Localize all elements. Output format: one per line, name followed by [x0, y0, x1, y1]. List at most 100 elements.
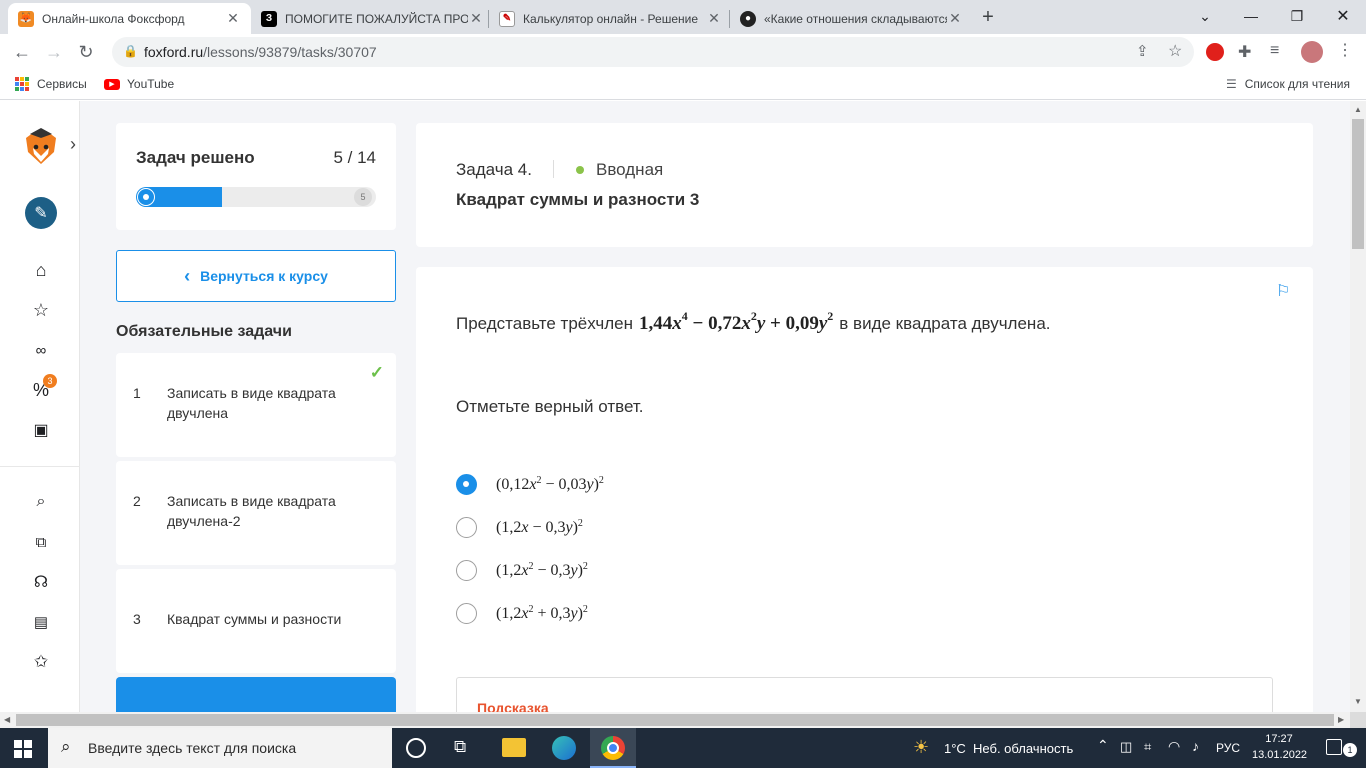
presentation-icon[interactable]: ▤ [28, 609, 54, 635]
back-to-course-button[interactable]: ‹ Вернуться к курсу [116, 250, 396, 302]
edge-icon[interactable] [552, 736, 576, 760]
horizontal-scrollbar[interactable]: ◀ ▶ [0, 712, 1350, 728]
scroll-right-arrow-icon[interactable]: ▶ [1338, 715, 1344, 724]
radio-selected[interactable] [456, 474, 477, 495]
radio-unselected[interactable] [456, 517, 477, 538]
flag-icon[interactable]: ⚐ [1276, 281, 1290, 301]
task-item-4-active[interactable] [116, 677, 396, 712]
problem-text-before: Представьте трёхчлен [456, 314, 633, 333]
vertical-scrollbar[interactable]: ▲ ▼ [1350, 101, 1366, 712]
tray-network-icon[interactable]: ⌗ [1144, 739, 1151, 755]
taskbar-search-placeholder: Введите здесь текст для поиска [88, 740, 297, 756]
reading-list-button[interactable]: ☰ Список для чтения [1226, 77, 1350, 91]
horizontal-scroll-thumb[interactable] [16, 714, 1334, 726]
bookmark-star-icon[interactable]: ☆ [1168, 41, 1182, 61]
home-icon[interactable]: ⌂ [28, 257, 54, 283]
bookmark-services[interactable]: Сервисы [15, 77, 87, 91]
scroll-up-arrow-icon[interactable]: ▲ [1354, 105, 1362, 114]
radio-unselected[interactable] [456, 560, 477, 581]
share-icon[interactable]: ⇪ [1136, 42, 1149, 60]
task-item-2[interactable]: 2 Записать в виде квадрата двучлена-2 [116, 461, 396, 565]
minimize-button[interactable]: — [1228, 0, 1274, 32]
extensions-puzzle-icon[interactable]: ✚ [1238, 42, 1251, 62]
tray-chevron-up-icon[interactable]: ⌃ [1097, 737, 1109, 754]
scroll-down-arrow-icon[interactable]: ▼ [1354, 697, 1362, 706]
chrome-taskbar-button[interactable] [590, 728, 636, 768]
browser-toolbar: ← → ↻ 🔒 foxford.ru/lessons/93879/tasks/3… [0, 34, 1366, 70]
media-control-icon[interactable]: ≡ [1270, 42, 1279, 60]
clock-date[interactable]: 13.01.2022 [1252, 749, 1307, 761]
weather-icon: ☀ [913, 737, 930, 757]
address-bar[interactable]: 🔒 foxford.ru/lessons/93879/tasks/30707 ⇪… [112, 37, 1194, 67]
section-title: Обязательные задачи [116, 323, 292, 340]
video-icon[interactable]: ⧉ [28, 529, 54, 555]
tab-znanija[interactable]: З ПОМОГИТЕ ПОЖАЛУЙСТА ПРОШУ ✕ [251, 3, 494, 34]
back-arrow-icon[interactable]: ← [8, 38, 36, 66]
search-icon[interactable]: ⌕ [28, 489, 54, 515]
windows-start-icon[interactable] [14, 740, 32, 758]
cortana-icon[interactable] [406, 738, 426, 758]
weather-text[interactable]: 1°C Неб. облачность [944, 741, 1073, 756]
new-tab-button[interactable]: + [977, 6, 999, 28]
option-formula: (1,2x − 0,3y)2 [496, 518, 583, 536]
tray-device-icon[interactable]: ◫ [1120, 739, 1132, 755]
vertical-scroll-thumb[interactable] [1352, 119, 1364, 249]
znanija-favicon-icon: З [261, 10, 277, 27]
tab-search-chevron-icon[interactable]: ⌄ [1182, 0, 1228, 32]
answer-option-4[interactable]: (1,2x2 + 0,3y)2 [456, 603, 588, 624]
tab-calculator[interactable]: ✎ Калькулятор онлайн - Решение ✕ [489, 3, 732, 34]
tab-title: ПОМОГИТЕ ПОЖАЛУЙСТА ПРОШУ [285, 11, 468, 26]
menu-dots-icon[interactable]: ⋮ [1337, 40, 1353, 60]
profile-avatar[interactable] [1301, 41, 1323, 63]
chevron-left-icon: ‹ [184, 265, 191, 286]
close-window-button[interactable]: ✕ [1320, 0, 1366, 32]
close-icon[interactable]: ✕ [468, 10, 484, 27]
extension-block-icon[interactable] [1206, 43, 1224, 61]
fox-favicon-icon: 🦊 [18, 10, 34, 27]
task-item-1[interactable]: 1 Записать в виде квадрата двучлена ✓ [116, 353, 396, 457]
reload-icon[interactable]: ↻ [72, 38, 100, 66]
task-number: 3 [133, 611, 141, 627]
progress-label: Задач решено [136, 148, 255, 167]
forward-arrow-icon[interactable]: → [40, 38, 68, 66]
star-icon[interactable]: ☆ [28, 297, 54, 323]
answer-option-3[interactable]: (1,2x2 − 0,3y)2 [456, 560, 588, 581]
tab-article[interactable]: ● «Какие отношения складываются ✕ [730, 3, 973, 34]
checkmark-icon: ✓ [369, 363, 384, 382]
option-formula: (1,2x2 − 0,3y)2 [496, 561, 588, 579]
option-formula: (0,12x2 − 0,03y)2 [496, 475, 604, 493]
file-explorer-icon[interactable] [502, 738, 526, 757]
clock-time[interactable]: 17:27 [1254, 733, 1304, 745]
feather-icon[interactable]: ✎ [25, 197, 57, 229]
headphones-icon[interactable]: ☊ [28, 569, 54, 595]
answer-option-2[interactable]: (1,2x − 0,3y)2 [456, 517, 583, 538]
action-center-icon[interactable] [1326, 739, 1342, 755]
close-icon[interactable]: ✕ [947, 10, 963, 27]
task-item-3[interactable]: 3 Квадрат суммы и разности [116, 569, 396, 673]
bookmark-youtube[interactable]: ▶ YouTube [104, 77, 174, 91]
bookmarks-bar: Сервисы ▶ YouTube ☰ Список для чтения [0, 70, 1366, 100]
radio-unselected[interactable] [456, 603, 477, 624]
maximize-button[interactable]: ❐ [1274, 0, 1320, 32]
bookmark-label: Сервисы [37, 77, 87, 91]
apps-grid-icon [15, 77, 29, 91]
rail-divider [0, 466, 80, 467]
language-indicator[interactable]: РУС [1216, 741, 1240, 755]
wifi-icon[interactable]: ◠ [1168, 738, 1180, 755]
task-view-icon[interactable]: ⧉ [454, 737, 466, 757]
close-icon[interactable]: ✕ [225, 10, 241, 27]
answer-option-1[interactable]: (0,12x2 − 0,03y)2 [456, 474, 604, 495]
gift-icon[interactable]: ▣ [28, 417, 54, 443]
taskbar-search[interactable]: ⌕ Введите здесь текст для поиска [48, 728, 392, 768]
hint-label: Подсказка [477, 700, 549, 712]
foxford-logo[interactable] [24, 128, 58, 166]
scroll-left-arrow-icon[interactable]: ◀ [4, 715, 10, 724]
infinity-icon[interactable]: ∞ [28, 337, 54, 363]
star-outline-icon[interactable]: ✩ [28, 649, 54, 675]
hint-box[interactable]: Подсказка [456, 677, 1273, 712]
reading-list-icon: ☰ [1226, 77, 1237, 91]
tab-foxford[interactable]: 🦊 Онлайн-школа Фоксфорд ✕ [8, 3, 251, 34]
chevron-right-icon[interactable]: › [70, 134, 76, 155]
close-icon[interactable]: ✕ [706, 10, 722, 27]
volume-icon[interactable]: ♪ [1192, 738, 1199, 754]
